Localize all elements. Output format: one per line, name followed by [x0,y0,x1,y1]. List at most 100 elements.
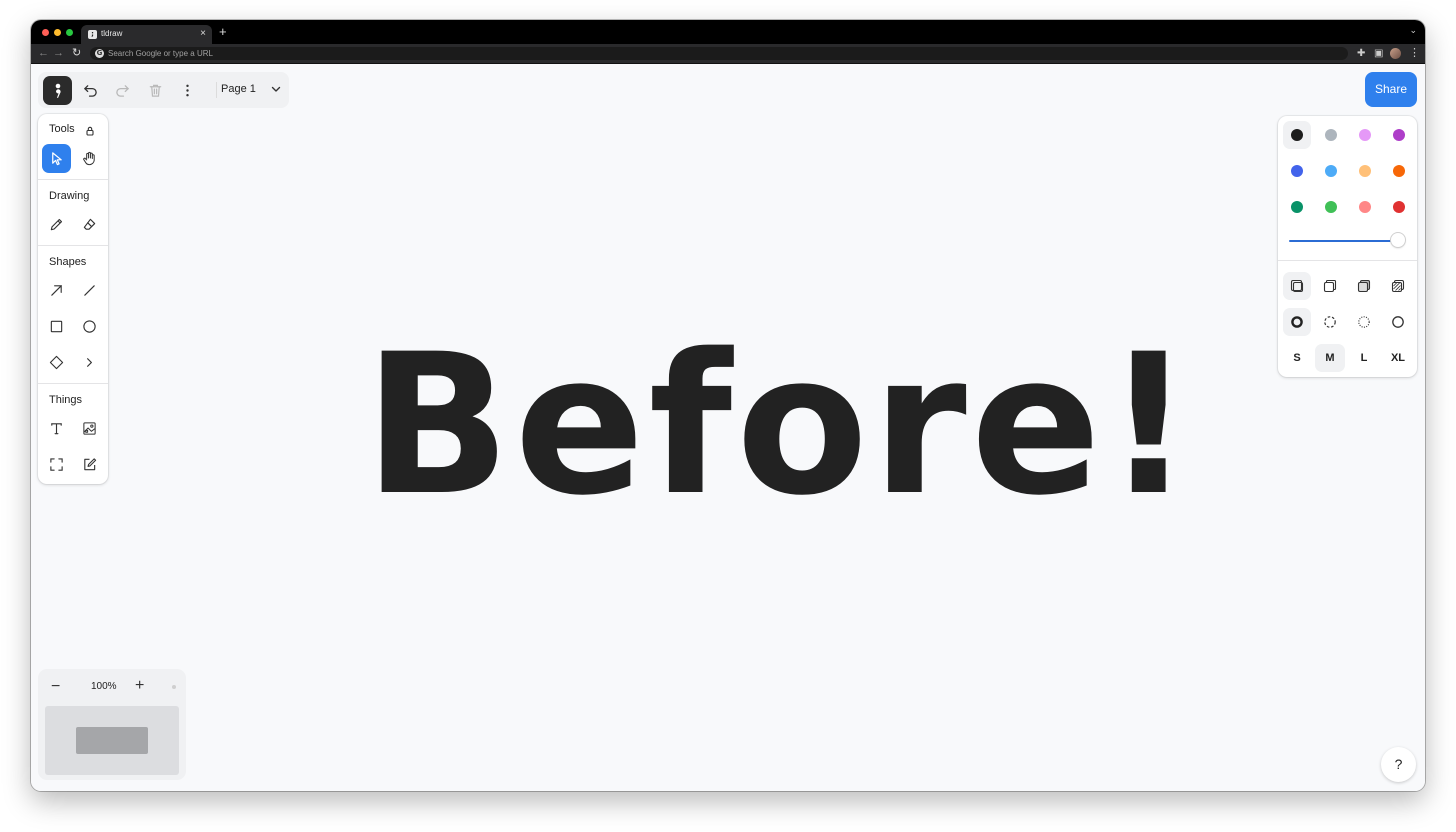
page-name[interactable]: Page 1 [221,83,256,95]
redo-button[interactable] [108,76,137,105]
dash-draw-button[interactable] [1283,308,1311,336]
color-swatch[interactable] [1351,193,1379,221]
tools-panel: Tools Drawing Shapes Things [38,114,108,484]
ellipse-tool-button[interactable] [75,312,104,341]
fill-none-icon [1290,279,1304,293]
zoom-level[interactable]: 100% [91,681,117,692]
frame-icon [50,458,63,471]
rectangle-tool-button[interactable] [42,312,71,341]
color-dot [1359,129,1371,141]
line-tool-button[interactable] [75,276,104,305]
color-swatch[interactable] [1317,157,1345,185]
things-heading: Things [49,394,83,406]
color-swatch[interactable] [1385,193,1413,221]
google-icon: G [95,49,104,58]
shapes-heading: Shapes [49,256,87,268]
size-m-button[interactable]: M [1315,344,1345,372]
maximize-window-button[interactable] [66,29,73,36]
fill-semi-icon [1323,279,1337,293]
hand-tool-button[interactable] [75,144,104,173]
main-menu-button[interactable] [43,76,72,105]
ellipse-icon [83,320,96,333]
extensions-icon[interactable]: ✚ [1357,47,1365,60]
share-button[interactable]: Share [1365,72,1417,107]
tab-close-button[interactable]: × [200,27,206,41]
profile-avatar[interactable] [1390,48,1401,59]
select-tool-button[interactable] [42,144,71,173]
diamond-tool-button[interactable] [42,348,71,377]
zoom-in-button[interactable]: + [135,677,144,695]
fill-pattern-button[interactable] [1384,272,1412,300]
tldraw-logo-icon [55,83,61,98]
size-xl-button[interactable]: XL [1383,344,1413,372]
opacity-slider-handle[interactable] [1391,233,1405,247]
dash-solid-button[interactable] [1384,308,1412,336]
dash-dotted-icon [1358,316,1370,328]
color-swatch[interactable] [1283,157,1311,185]
color-swatch[interactable] [1317,193,1345,221]
zoom-out-button[interactable]: − [51,678,60,696]
side-panel-icon[interactable]: ▣ [1374,47,1383,60]
opacity-slider-track[interactable] [1289,240,1399,242]
minimap-toggle-icon[interactable] [172,685,176,689]
undo-icon [84,85,97,97]
lock-icon [86,126,94,136]
color-swatch[interactable] [1385,157,1413,185]
more-options-button[interactable] [173,76,202,105]
color-dot [1359,165,1371,177]
help-button[interactable]: ? [1381,747,1416,782]
undo-button[interactable] [76,76,105,105]
eraser-icon [83,218,96,230]
rectangle-icon [50,320,63,333]
color-swatch[interactable] [1351,121,1379,149]
more-shapes-button[interactable] [75,348,104,377]
redo-icon [116,85,129,97]
forward-arrow-icon[interactable]: → [53,46,64,60]
style-panel: S M L XL [1278,116,1417,377]
draw-tool-button[interactable] [42,210,71,239]
minimize-window-button[interactable] [54,29,61,36]
diamond-icon [49,355,64,370]
chevron-down-icon[interactable] [270,83,282,95]
minimap[interactable] [45,706,179,775]
color-swatch[interactable] [1317,121,1345,149]
menu-divider [216,82,217,98]
close-window-button[interactable] [42,29,49,36]
fill-none-button[interactable] [1283,272,1311,300]
dash-dashed-icon [1324,316,1336,328]
color-dot [1393,201,1405,213]
color-swatch[interactable] [1351,157,1379,185]
eraser-tool-button[interactable] [75,210,104,239]
dash-dotted-button[interactable] [1350,308,1378,336]
size-l-button[interactable]: L [1349,344,1379,372]
color-swatch[interactable] [1283,193,1311,221]
text-tool-button[interactable] [42,414,71,443]
fill-semi-button[interactable] [1316,272,1344,300]
navigation-panel: − 100% + [38,669,186,780]
color-dot [1291,165,1303,177]
back-arrow-icon[interactable]: ← [38,46,49,60]
image-tool-button[interactable] [75,414,104,443]
reload-icon[interactable]: ↻ [72,46,81,60]
tab-search-icon[interactable]: ⌄ [1409,25,1417,36]
arrow-tool-button[interactable] [42,276,71,305]
canvas-text-shape[interactable]: Before! [364,328,1192,522]
frame-tool-button[interactable] [42,450,71,479]
note-tool-button[interactable] [75,450,104,479]
fill-solid-button[interactable] [1350,272,1378,300]
dash-dashed-button[interactable] [1316,308,1344,336]
size-s-button[interactable]: S [1282,344,1312,372]
new-tab-button[interactable]: + [219,25,227,39]
style-divider [1278,260,1417,261]
browser-tab[interactable]: ; tldraw × [81,25,212,44]
color-swatch[interactable] [1283,121,1311,149]
address-bar[interactable]: G Search Google or type a URL [90,47,1348,60]
tool-lock-button[interactable] [86,123,94,141]
hand-icon [83,151,95,166]
color-dot [1359,201,1371,213]
sticky-note-icon [84,458,97,471]
browser-menu-icon[interactable]: ⋮ [1409,46,1420,59]
drawing-canvas[interactable]: Page 1 Tools Drawing Shapes Things Share… [31,64,1425,791]
color-swatch[interactable] [1385,121,1413,149]
delete-button[interactable] [141,76,170,105]
